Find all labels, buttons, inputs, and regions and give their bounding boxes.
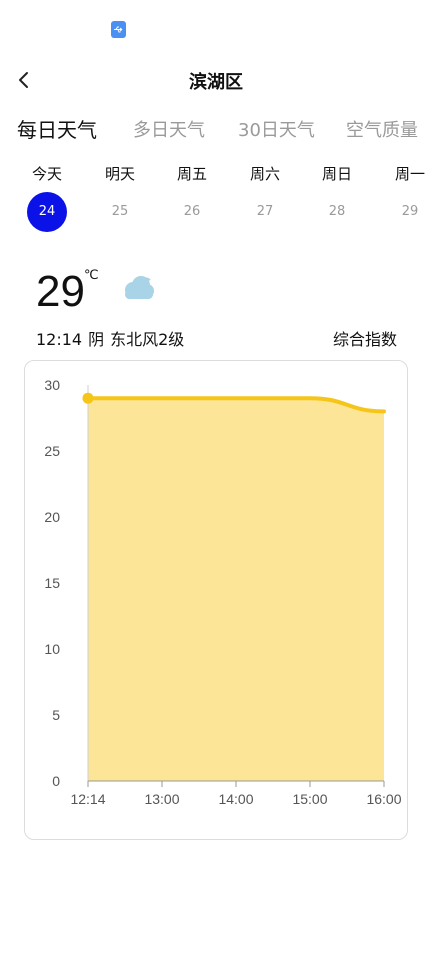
y-tick-label: 0 (52, 773, 60, 789)
day-date: 27 (256, 204, 274, 219)
temperature-chart: 0 5 10 15 20 25 30 12:14 13:00 14:00 15:00 16:00 (44, 377, 401, 807)
day-item-sunday[interactable]: 周日 28 (307, 162, 367, 238)
wind-info: 东北风2级 (110, 330, 185, 349)
day-item-saturday[interactable]: 周六 27 (235, 162, 295, 238)
day-item-monday[interactable]: 周一 29 (380, 162, 432, 238)
day-label: 周六 (249, 165, 280, 183)
current-temperature-point (82, 392, 94, 404)
day-selector: 今天 24 明天 25 周五 26 周六 27 周日 28 周一 29 (0, 162, 432, 242)
day-date: 28 (328, 204, 346, 219)
temperature-unit: ℃ (84, 268, 99, 283)
day-label: 周一 (394, 165, 425, 183)
weather-summary: 12:14 阴东北风2级 (36, 326, 190, 350)
x-tick-label: 15:00 (292, 791, 327, 807)
current-temperature: 29 (36, 267, 85, 316)
day-date: 26 (183, 204, 201, 219)
y-tick-label: 25 (44, 443, 60, 459)
temperature-area (88, 398, 384, 781)
cloud-icon (120, 270, 156, 308)
tab-30-day-weather[interactable]: 30日天气 (238, 116, 315, 142)
tab-air-quality[interactable]: 空气质量 (346, 116, 418, 142)
weather-condition: 阴 (88, 330, 105, 349)
observation-time: 12:14 (36, 330, 83, 349)
y-tick-label: 20 (44, 509, 60, 525)
y-tick-label: 5 (52, 707, 60, 723)
page-title: 滨湖区 (189, 72, 243, 93)
comprehensive-index-link[interactable]: 综合指数 (333, 326, 397, 350)
x-tick-label: 12:14 (70, 791, 105, 807)
day-label: 周五 (176, 165, 207, 183)
usb-icon (111, 21, 126, 38)
x-tick-label: 16:00 (366, 791, 401, 807)
tab-multi-day-weather[interactable]: 多日天气 (133, 116, 205, 142)
day-label: 今天 (31, 165, 62, 183)
day-date: 24 (27, 192, 67, 232)
day-date: 25 (111, 204, 129, 219)
temperature-chart-card: 0 5 10 15 20 25 30 12:14 13:00 14:00 15:00 16:00 (24, 360, 408, 840)
tab-daily-weather[interactable]: 每日天气 (17, 114, 97, 143)
y-tick-label: 10 (44, 641, 60, 657)
day-item-tomorrow[interactable]: 明天 25 (90, 162, 150, 238)
y-tick-label: 30 (44, 377, 60, 393)
day-item-friday[interactable]: 周五 26 (162, 162, 222, 238)
x-tick-label: 14:00 (218, 791, 253, 807)
day-label: 周日 (321, 165, 352, 183)
x-tick-label: 13:00 (144, 791, 179, 807)
day-date: 29 (401, 204, 419, 219)
main-tabs: 每日天气 多日天气 30日天气 空气质量 (0, 116, 432, 148)
day-label: 明天 (104, 165, 135, 183)
status-bar (0, 0, 432, 56)
day-item-today[interactable]: 今天 24 (17, 162, 77, 238)
header: 滨湖区 (0, 60, 432, 100)
y-tick-label: 15 (44, 575, 60, 591)
